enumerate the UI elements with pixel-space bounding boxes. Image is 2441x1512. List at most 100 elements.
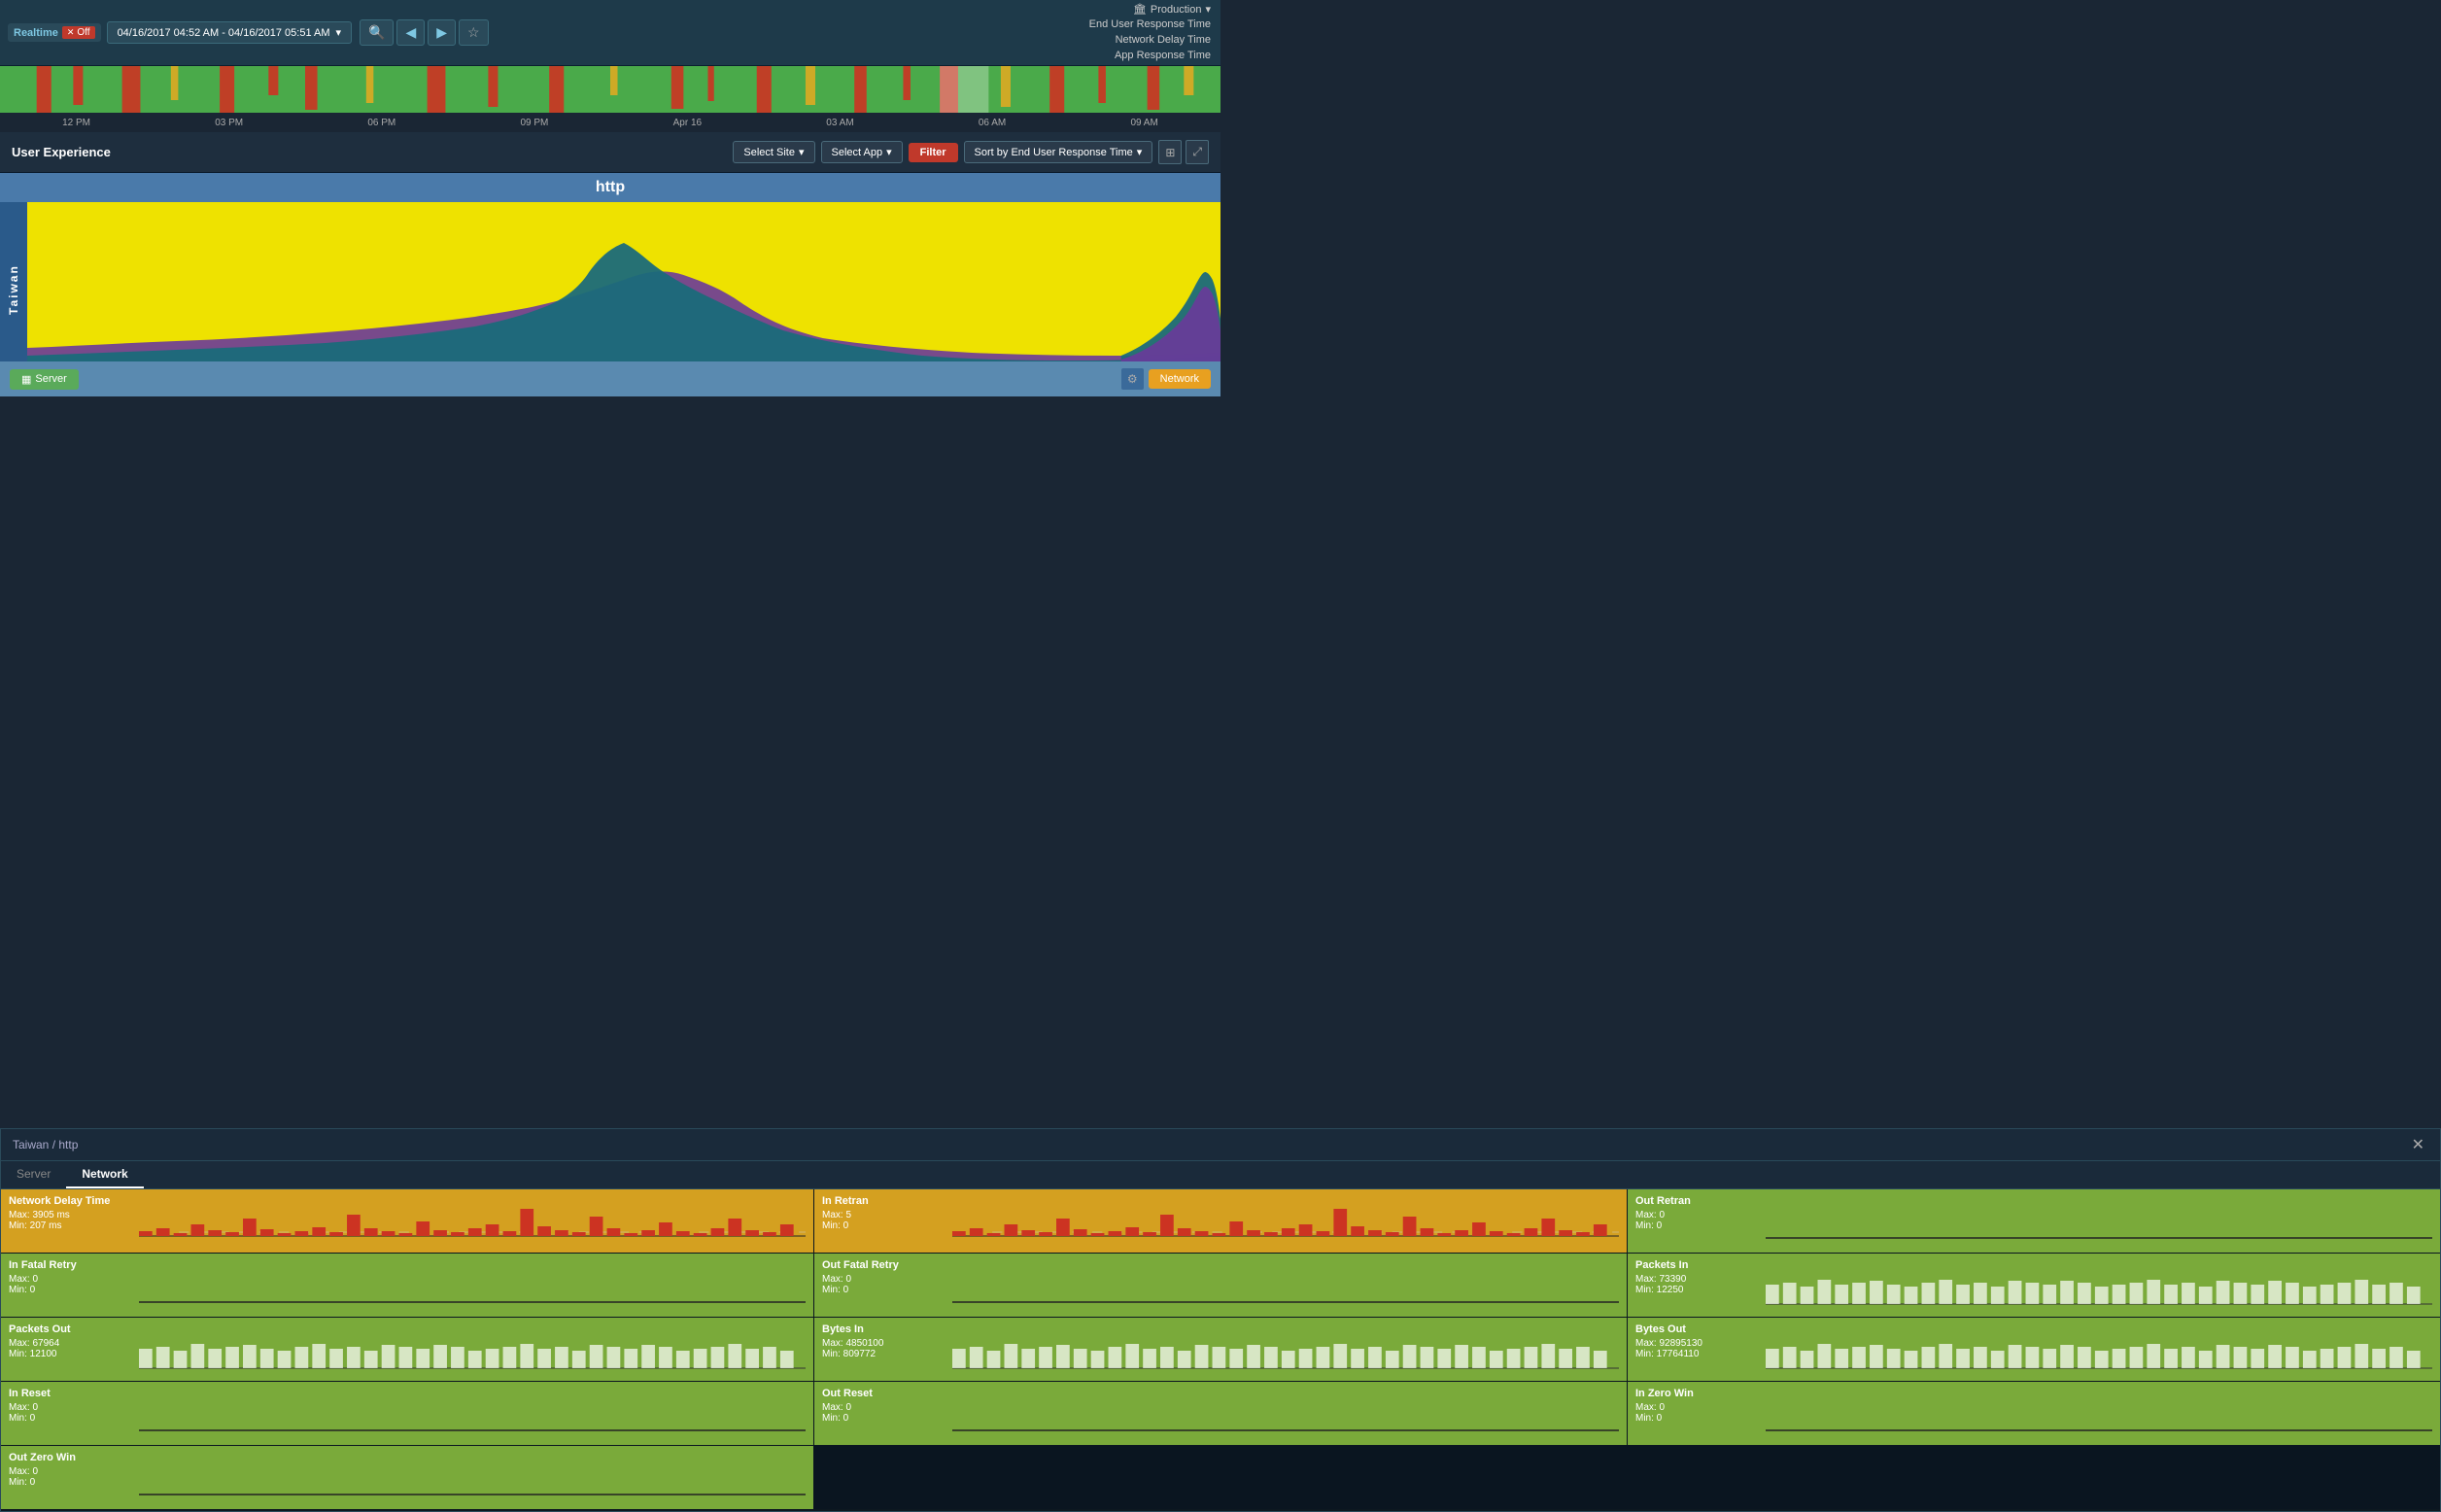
time-range[interactable]: 04/16/2017 04:52 AM - 04/16/2017 05:51 A…	[107, 21, 352, 44]
sort-arrow: ▾	[1137, 146, 1143, 158]
metric-max-0: Max: 3905 ms	[9, 1210, 135, 1220]
filter-label: Filter	[920, 147, 946, 158]
metric-chart-1	[952, 1195, 1619, 1242]
legend-network-delay: Network Delay Time	[1089, 33, 1211, 47]
metric-max-5: Max: 73390	[1635, 1274, 1762, 1285]
metric-chart-4	[952, 1259, 1619, 1306]
expand-button[interactable]: ⤢	[1186, 140, 1209, 164]
metric-min-3: Min: 0	[9, 1285, 135, 1295]
gear-network: ⚙ Network	[1120, 367, 1211, 391]
production-label: Production	[1151, 4, 1202, 16]
dropdown-arrow-site: ▾	[799, 146, 805, 158]
network-button[interactable]: Network	[1149, 369, 1211, 389]
metric-max-11: Max: 0	[1635, 1402, 1762, 1413]
metric-name-8: Bytes Out	[1635, 1323, 1762, 1335]
select-app-button[interactable]: Select App ▾	[821, 141, 903, 163]
time-label-7: 09 AM	[1130, 118, 1157, 128]
sort-button[interactable]: Sort by End User Response Time ▾	[964, 141, 1153, 163]
prev-button[interactable]: ◀	[396, 19, 425, 46]
metric-chart-6	[139, 1323, 806, 1370]
metric-name-3: In Fatal Retry	[9, 1259, 135, 1271]
nav-buttons: 🔍 ◀ ▶ ☆	[360, 19, 489, 46]
metric-chart-0	[139, 1195, 806, 1242]
metric-max-9: Max: 0	[9, 1402, 135, 1413]
dropdown-icon: ▾	[1205, 3, 1211, 16]
chart-area	[27, 202, 1220, 377]
heatmap-container: 12 PM 03 PM 06 PM 09 PM Apr 16 03 AM 06 …	[0, 66, 1220, 132]
detail-title: Taiwan / http	[13, 1138, 2408, 1151]
metric-name-9: In Reset	[9, 1388, 135, 1399]
legend-end-user: End User Response Time	[1089, 17, 1211, 31]
ux-title: User Experience	[12, 145, 733, 159]
grid-view-button[interactable]: ⊞	[1158, 140, 1182, 164]
metric-name-11: In Zero Win	[1635, 1388, 1762, 1399]
time-label-1: 03 PM	[215, 118, 243, 128]
metric-chart-8	[1766, 1323, 2432, 1370]
time-label-5: 03 AM	[826, 118, 853, 128]
metric-cell-0: Network Delay TimeMax: 3905 msMin: 207 m…	[1, 1189, 813, 1253]
metric-max-12: Max: 0	[9, 1466, 135, 1477]
metric-name-2: Out Retran	[1635, 1195, 1762, 1207]
close-icon: ✕	[67, 27, 75, 38]
chart-title: http	[0, 173, 1220, 202]
top-bar-right: 🏛 Production ▾ End User Response Time Ne…	[1089, 0, 1211, 65]
ux-controls: Select Site ▾ Select App ▾ Filter Sort b…	[733, 140, 1209, 164]
chart-container: Taiwan	[0, 202, 1220, 377]
ux-header: User Experience Select Site ▾ Select App…	[0, 132, 1220, 173]
metric-name-4: Out Fatal Retry	[822, 1259, 948, 1271]
metric-cell-10: Out ResetMax: 0Min: 0	[814, 1382, 1627, 1445]
metric-name-12: Out Zero Win	[9, 1452, 135, 1463]
time-label-6: 06 AM	[979, 118, 1006, 128]
metric-min-1: Min: 0	[822, 1220, 948, 1231]
metric-cell-6: Packets OutMax: 67964Min: 12100	[1, 1318, 813, 1381]
tab-network[interactable]: Network	[66, 1161, 143, 1188]
metric-cell-3: In Fatal RetryMax: 0Min: 0	[1, 1254, 813, 1317]
time-label-3: 09 PM	[520, 118, 548, 128]
next-button[interactable]: ▶	[428, 19, 456, 46]
heatmap-canvas	[0, 66, 1220, 113]
server-button[interactable]: ▦ Server	[10, 369, 79, 390]
metric-chart-2	[1766, 1195, 2432, 1242]
metric-chart-7	[952, 1323, 1619, 1370]
metric-min-12: Min: 0	[9, 1477, 135, 1488]
settings-button[interactable]: ⚙	[1120, 367, 1145, 391]
metric-name-5: Packets In	[1635, 1259, 1762, 1271]
time-label-2: 06 PM	[367, 118, 395, 128]
metric-chart-5	[1766, 1259, 2432, 1306]
metric-cell-11: In Zero WinMax: 0Min: 0	[1628, 1382, 2440, 1445]
tab-server[interactable]: Server	[1, 1161, 66, 1188]
metric-min-8: Min: 17764110	[1635, 1349, 1762, 1359]
metric-name-7: Bytes In	[822, 1323, 948, 1335]
metric-max-2: Max: 0	[1635, 1210, 1762, 1220]
metric-chart-12	[139, 1452, 806, 1498]
detail-tabs: Server Network	[1, 1161, 2440, 1189]
select-site-button[interactable]: Select Site ▾	[733, 141, 814, 163]
off-badge[interactable]: ✕ Off	[62, 26, 95, 39]
top-bar: Realtime ✕ Off 04/16/2017 04:52 AM - 04/…	[0, 0, 1220, 66]
star-button[interactable]: ☆	[459, 19, 489, 46]
production-button[interactable]: 🏛 Production ▾	[1089, 3, 1211, 16]
off-label: Off	[77, 27, 89, 38]
close-button[interactable]: ✕	[2408, 1135, 2428, 1154]
building-icon: 🏛	[1133, 3, 1147, 16]
legend-app-response: App Response Time	[1089, 49, 1211, 62]
metric-max-7: Max: 4850100	[822, 1338, 948, 1349]
server-icon: ▦	[21, 373, 31, 386]
metric-chart-9	[139, 1388, 806, 1434]
metric-min-9: Min: 0	[9, 1413, 135, 1424]
zoom-in-button[interactable]: 🔍	[360, 19, 394, 46]
select-site-label: Select Site	[743, 147, 795, 158]
metric-min-2: Min: 0	[1635, 1220, 1762, 1231]
metric-cell-8: Bytes Out Max: 92895130Min: 17764110	[1628, 1318, 2440, 1381]
metric-max-6: Max: 67964	[9, 1338, 135, 1349]
dropdown-arrow: ▾	[336, 26, 342, 39]
detail-panel: Taiwan / http ✕ Server Network Network D…	[0, 1128, 2441, 1512]
metric-max-1: Max: 5	[822, 1210, 948, 1220]
metric-min-4: Min: 0	[822, 1285, 948, 1295]
metric-name-0: Network Delay Time	[9, 1195, 135, 1207]
filter-button[interactable]: Filter	[909, 143, 958, 162]
select-app-label: Select App	[832, 147, 883, 158]
metric-max-8: Max: 92895130	[1635, 1338, 1762, 1349]
time-range-value: 04/16/2017 04:52 AM - 04/16/2017 05:51 A…	[118, 27, 330, 39]
metric-min-6: Min: 12100	[9, 1349, 135, 1359]
